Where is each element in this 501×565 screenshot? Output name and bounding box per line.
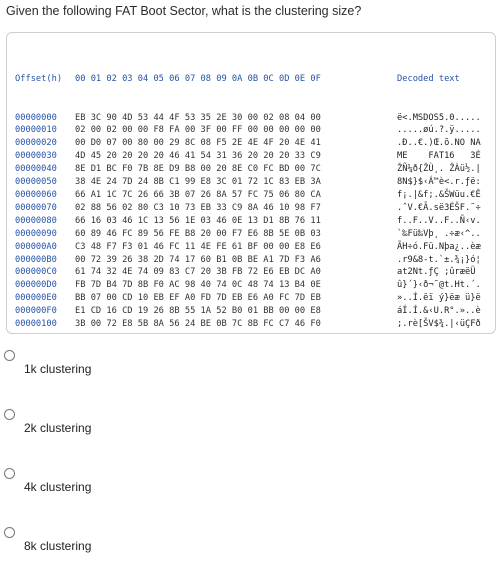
row-bytes: 66 A1 1C 7C 26 66 3B 07 26 8A 57 FC 75 0…: [75, 189, 321, 200]
row-bytes: 66 16 03 46 1C 13 56 1E 03 46 0E 13 D1 8…: [75, 215, 321, 226]
offset-header: Offset(h): [15, 73, 63, 84]
hex-row: 00000080 66 16 03 46 1C 13 56 1E 03 46 0E…: [15, 215, 481, 228]
hex-row: 00000000 EB 3C 90 4D 53 44 4F 53 35 2E 30…: [15, 112, 481, 125]
hex-row: 00000030 4D 45 20 20 20 20 46 41 54 31 36…: [15, 150, 481, 163]
row-bytes: 61 74 32 4E 74 09 83 C7 20 3B FB 72 E6 E…: [75, 267, 321, 278]
hex-row: 00000070 02 88 56 02 80 C3 10 73 EB 33 C9…: [15, 202, 481, 215]
row-bytes: 8E D1 BC F0 7B 8E D9 B8 00 20 8E C0 FC B…: [75, 164, 321, 175]
row-bytes: FB 7D B4 7D 8B F0 AC 98 40 74 0C 48 74 1…: [75, 280, 321, 291]
row-offset: 00000050: [15, 177, 57, 188]
row-bytes: C3 48 F7 F3 01 46 FC 11 4E FE 61 BF 00 0…: [75, 241, 321, 252]
row-decoded-text: .r9&8-t.`±.¾¡}ó¦: [397, 254, 481, 265]
column-header: 00 01 02 03 04 05 06 07 08 09 0A 0B 0C 0…: [75, 73, 321, 84]
row-offset: 000000D0: [15, 280, 57, 291]
row-offset: 00000030: [15, 151, 57, 162]
hex-row: 000000C0 61 74 32 4E 74 09 83 C7 20 3B FB…: [15, 266, 481, 279]
row-decoded-text: ë<.MSDOS5.0.....: [397, 112, 481, 123]
row-decoded-text: ŽÑ¼ð{ŽÙ¸. ŽÀü½.|: [397, 164, 481, 175]
row-decoded-text: .Ð..€.)Œ.õ.NO NA: [397, 138, 481, 149]
hex-rows: 00000000 EB 3C 90 4D 53 44 4F 53 35 2E 30…: [15, 112, 481, 331]
row-bytes: E1 CD 16 CD 19 26 8B 55 1A 52 B0 01 BB 0…: [75, 306, 321, 317]
option-label: 4k clustering: [24, 480, 92, 494]
hex-row: 000000F0 E1 CD 16 CD 19 26 8B 55 1A 52 B0…: [15, 305, 481, 318]
row-decoded-text: .....øú.?.ÿ.....: [397, 125, 481, 136]
row-bytes: 4D 45 20 20 20 20 46 41 54 31 36 20 20 2…: [75, 151, 321, 162]
hex-row: 000000B0 00 72 39 26 38 2D 74 17 60 B1 0B…: [15, 254, 481, 267]
row-offset: 000000B0: [15, 254, 57, 265]
row-decoded-text: at2Nt.ƒÇ ;ûræëÜ: [397, 267, 481, 278]
row-bytes: 02 88 56 02 80 C3 10 73 EB 33 C9 8A 46 1…: [75, 202, 321, 213]
hex-row: 000000E0 BB 07 00 CD 10 EB EF A0 FD 7D EB…: [15, 292, 481, 305]
question-text: Given the following FAT Boot Sector, wha…: [6, 4, 362, 18]
row-offset: 000000C0: [15, 267, 57, 278]
row-offset: 00000100: [15, 319, 57, 330]
option-label: 8k clustering: [24, 539, 92, 553]
row-bytes: 00 72 39 26 38 2D 74 17 60 B1 0B BE A1 7…: [75, 254, 321, 265]
row-offset: 00000080: [15, 215, 57, 226]
row-bytes: EB 3C 90 4D 53 44 4F 53 35 2E 30 00 02 0…: [75, 112, 321, 123]
option-4k[interactable]: 4k clustering: [0, 466, 501, 506]
row-bytes: 02 00 02 00 00 F8 FA 00 3F 00 FF 00 00 0…: [75, 125, 321, 136]
row-decoded-text: »..Í.ëï ý}ëæ ü}ë: [397, 293, 481, 304]
option-8k[interactable]: 8k clustering: [0, 525, 501, 565]
row-decoded-text: `‰Fü‰Vþ¸ .÷æ‹^..: [397, 228, 481, 239]
row-offset: 00000010: [15, 125, 57, 136]
option-label: 2k clustering: [24, 421, 92, 435]
option-1k[interactable]: 1k clustering: [0, 348, 501, 388]
hex-dump-panel: Offset(h) 00 01 02 03 04 05 06 07 08 09 0…: [6, 32, 496, 334]
radio-button[interactable]: [4, 350, 15, 361]
row-bytes: 60 89 46 FC 89 56 FE B8 20 00 F7 E6 8B 5…: [75, 228, 321, 239]
hex-row: 000000D0 FB 7D B4 7D 8B F0 AC 98 40 74 0C…: [15, 279, 481, 292]
row-decoded-text: áÍ.Í.&‹U.R°.»..è: [397, 306, 481, 317]
hex-row: 00000040 8E D1 BC F0 7B 8E D9 B8 00 20 8E…: [15, 163, 481, 176]
row-decoded-text: ;.rè[ŠV$¾.|‹üÇFð: [397, 319, 481, 330]
radio-button[interactable]: [4, 468, 15, 479]
row-bytes: 00 D0 07 00 80 00 29 8C 08 F5 2E 4E 4F 2…: [75, 138, 321, 149]
hex-row: 00000010 02 00 02 00 00 F8 FA 00 3F 00 FF…: [15, 124, 481, 137]
radio-button[interactable]: [4, 409, 15, 420]
row-bytes: BB 07 00 CD 10 EB EF A0 FD 7D EB E6 A0 F…: [75, 293, 321, 304]
row-decoded-text: .ˆV.€Ã.së3ÉŠF.˜÷: [397, 202, 481, 213]
row-offset: 000000A0: [15, 241, 57, 252]
row-decoded-text: ÃH÷ó.Fü.Nþa¿..èæ: [397, 241, 481, 252]
row-decoded-text: f¡.|&f;.&ŠWüu.€Ê: [397, 189, 481, 200]
hex-row: 00000090 60 89 46 FC 89 56 FE B8 20 00 F7…: [15, 228, 481, 241]
row-offset: 000000E0: [15, 293, 57, 304]
row-offset: 00000040: [15, 164, 57, 175]
row-decoded-text: ME FAT16 3É: [397, 151, 481, 162]
hex-header: Offset(h) 00 01 02 03 04 05 06 07 08 09 0…: [15, 73, 481, 86]
hex-dump: Offset(h) 00 01 02 03 04 05 06 07 08 09 0…: [15, 47, 481, 357]
hex-row: 00000100 3B 00 72 E8 5B 8A 56 24 BE 0B 7C…: [15, 318, 481, 331]
hex-row: 00000050 38 4E 24 7D 24 8B C1 99 E8 3C 01…: [15, 176, 481, 189]
row-bytes: 3B 00 72 E8 5B 8A 56 24 BE 0B 7C 8B FC C…: [75, 319, 321, 330]
row-offset: 000000F0: [15, 306, 57, 317]
hex-row: 00000020 00 D0 07 00 80 00 29 8C 08 F5 2E…: [15, 137, 481, 150]
row-offset: 00000000: [15, 112, 57, 123]
hex-row: 000000A0 C3 48 F7 F3 01 46 FC 11 4E FE 61…: [15, 241, 481, 254]
decoded-header: Decoded text: [397, 73, 460, 84]
hex-row: 00000060 66 A1 1C 7C 26 66 3B 07 26 8A 57…: [15, 189, 481, 202]
row-decoded-text: 8N$}$‹Á™è<.r.ƒë:: [397, 177, 481, 188]
row-bytes: 38 4E 24 7D 24 8B C1 99 E8 3C 01 72 1C 8…: [75, 177, 321, 188]
row-offset: 00000060: [15, 189, 57, 200]
row-offset: 00000070: [15, 202, 57, 213]
radio-button[interactable]: [4, 527, 15, 538]
option-label: 1k clustering: [24, 362, 92, 376]
row-decoded-text: û}´}‹ð¬˜@t.Ht.´.: [397, 280, 481, 291]
row-offset: 00000090: [15, 228, 57, 239]
row-offset: 00000020: [15, 138, 57, 149]
option-2k[interactable]: 2k clustering: [0, 407, 501, 447]
row-decoded-text: f..F..V..F..Ñ‹v.: [397, 215, 481, 226]
